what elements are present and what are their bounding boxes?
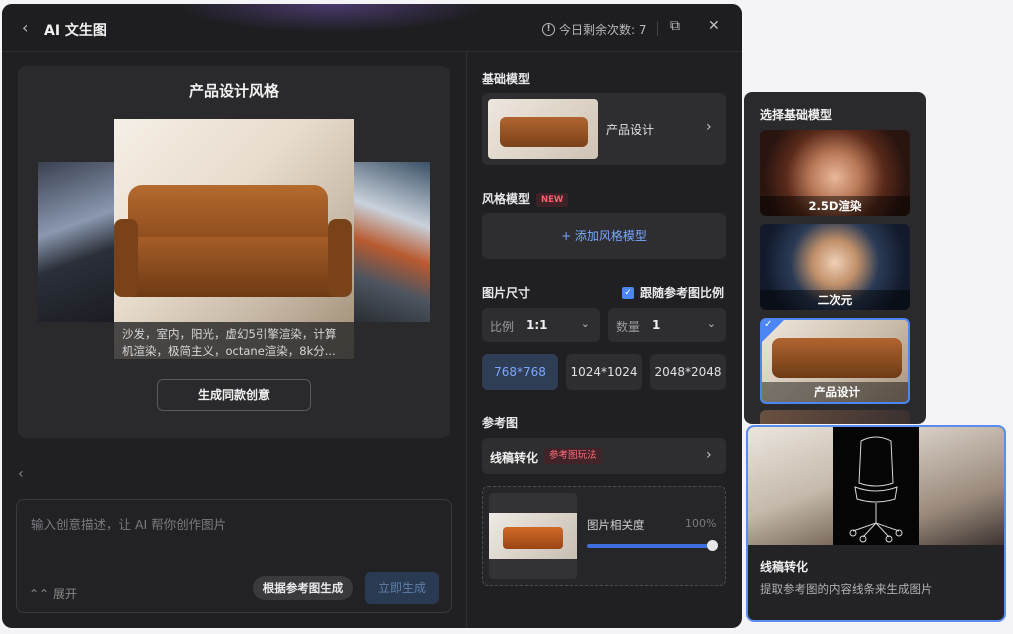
reference-label: 参考图 — [482, 416, 519, 430]
add-style-model-button[interactable]: + 添加风格模型 — [482, 213, 726, 259]
divider — [657, 22, 658, 36]
showcase-card: 产品设计风格 沙发，室内，阳光，虚幻5引擎渲染，计算机渲染，极简主义，octan… — [18, 66, 450, 438]
chair-lineart-image — [833, 427, 919, 545]
ref-generate-button[interactable]: 根据参考图生成 — [253, 576, 353, 600]
close-icon[interactable]: ✕ — [708, 18, 720, 34]
relevance-slider-track[interactable] — [587, 544, 715, 548]
title-bar: ‹ AI 文生图 ! 今日剩余次数: 7 ⧉ ✕ — [2, 4, 742, 52]
relevance-label: 图片相关度 — [587, 518, 645, 532]
lineart-example-images — [748, 427, 1004, 545]
relevance-value: 100% — [685, 517, 717, 530]
size-768-button[interactable]: 768*768 — [482, 354, 558, 390]
panel-divider — [466, 52, 467, 628]
generate-same-button[interactable]: 生成同款创意 — [157, 379, 311, 411]
app-title: AI 文生图 — [44, 23, 107, 39]
base-model-thumb — [488, 99, 598, 159]
chair-photo-image — [748, 427, 833, 545]
base-model-name: 产品设计 — [606, 123, 655, 137]
model-option-25d[interactable]: 2.5D渲染 — [760, 130, 910, 216]
chevron-right-icon: › — [706, 447, 712, 463]
ai-text-to-image-window: ‹ AI 文生图 ! 今日剩余次数: 7 ⧉ ✕ 产品设计风格 沙发，室内，阳光… — [2, 4, 742, 628]
model-option-product[interactable]: ✓ 产品设计 — [760, 318, 910, 404]
new-badge: NEW — [536, 193, 569, 207]
model-panel-title: 选择基础模型 — [760, 108, 833, 122]
collapse-arrow-icon[interactable]: ‹ — [18, 466, 24, 482]
style-model-label: 风格模型 NEW — [482, 190, 569, 207]
reference-image-box[interactable]: 图片相关度 100% — [482, 486, 726, 586]
relevance-slider-handle[interactable] — [707, 540, 718, 551]
prompt-caption: 沙发，室内，阳光，虚幻5引擎渲染，计算机渲染，极简主义，octane渲染，8k分… — [114, 322, 354, 360]
car-preview-image[interactable] — [354, 162, 430, 322]
model-option-next[interactable] — [760, 410, 910, 424]
ratio-select[interactable]: 比例 1:1 ⌄ — [482, 308, 600, 342]
info-icon: ! — [542, 23, 555, 36]
expand-toggle[interactable]: ⌃⌃ 展开 — [29, 585, 77, 602]
checkbox-checked-icon: ✓ — [622, 286, 634, 299]
quota-indicator: ! 今日剩余次数: 7 — [542, 21, 647, 38]
count-select[interactable]: 数量 1 ⌄ — [608, 308, 726, 342]
size-2048-button[interactable]: 2048*2048 — [650, 354, 726, 390]
quota-text: 今日剩余次数: 7 — [559, 23, 647, 37]
base-model-panel: 选择基础模型 2.5D渲染 二次元 ✓ 产品设计 — [744, 92, 926, 424]
follow-ref-ratio-checkbox[interactable]: ✓ 跟随参考图比例 — [622, 284, 724, 301]
generate-now-button[interactable]: 立即生成 — [365, 572, 439, 604]
chair-render-image — [919, 427, 1004, 545]
chevron-down-icon: ⌄ — [706, 317, 716, 330]
base-model-selector[interactable]: 产品设计 › — [482, 93, 726, 165]
size-1024-button[interactable]: 1024*1024 — [566, 354, 642, 390]
tooltip-description: 提取参考图的内容线条来生成图片 — [760, 582, 933, 596]
ref-play-badge: 参考图玩法 — [544, 448, 602, 464]
popout-icon[interactable]: ⧉ — [670, 18, 680, 34]
showcase-title: 产品设计风格 — [188, 82, 279, 100]
image-size-label: 图片尺寸 — [482, 286, 531, 300]
lineart-mode-selector[interactable]: 线稿转化 参考图玩法 › — [482, 438, 726, 474]
tooltip-title: 线稿转化 — [760, 560, 809, 574]
chevron-right-icon: › — [706, 119, 712, 135]
chevron-left-icon[interactable]: ‹ — [22, 18, 28, 37]
reference-thumb[interactable] — [489, 493, 577, 579]
chevron-down-icon: ⌄ — [580, 317, 590, 330]
helmet-preview-image[interactable] — [38, 162, 118, 322]
model-option-anime[interactable]: 二次元 — [760, 224, 910, 310]
base-model-label: 基础模型 — [482, 72, 531, 86]
prompt-input[interactable]: 输入创意描述，让 AI 帮你创作图片 ⌃⌃ 展开 根据参考图生成 立即生成 — [16, 499, 452, 613]
lineart-tooltip: 线稿转化 提取参考图的内容线条来生成图片 — [746, 425, 1006, 622]
prompt-placeholder: 输入创意描述，让 AI 帮你创作图片 — [31, 517, 227, 532]
